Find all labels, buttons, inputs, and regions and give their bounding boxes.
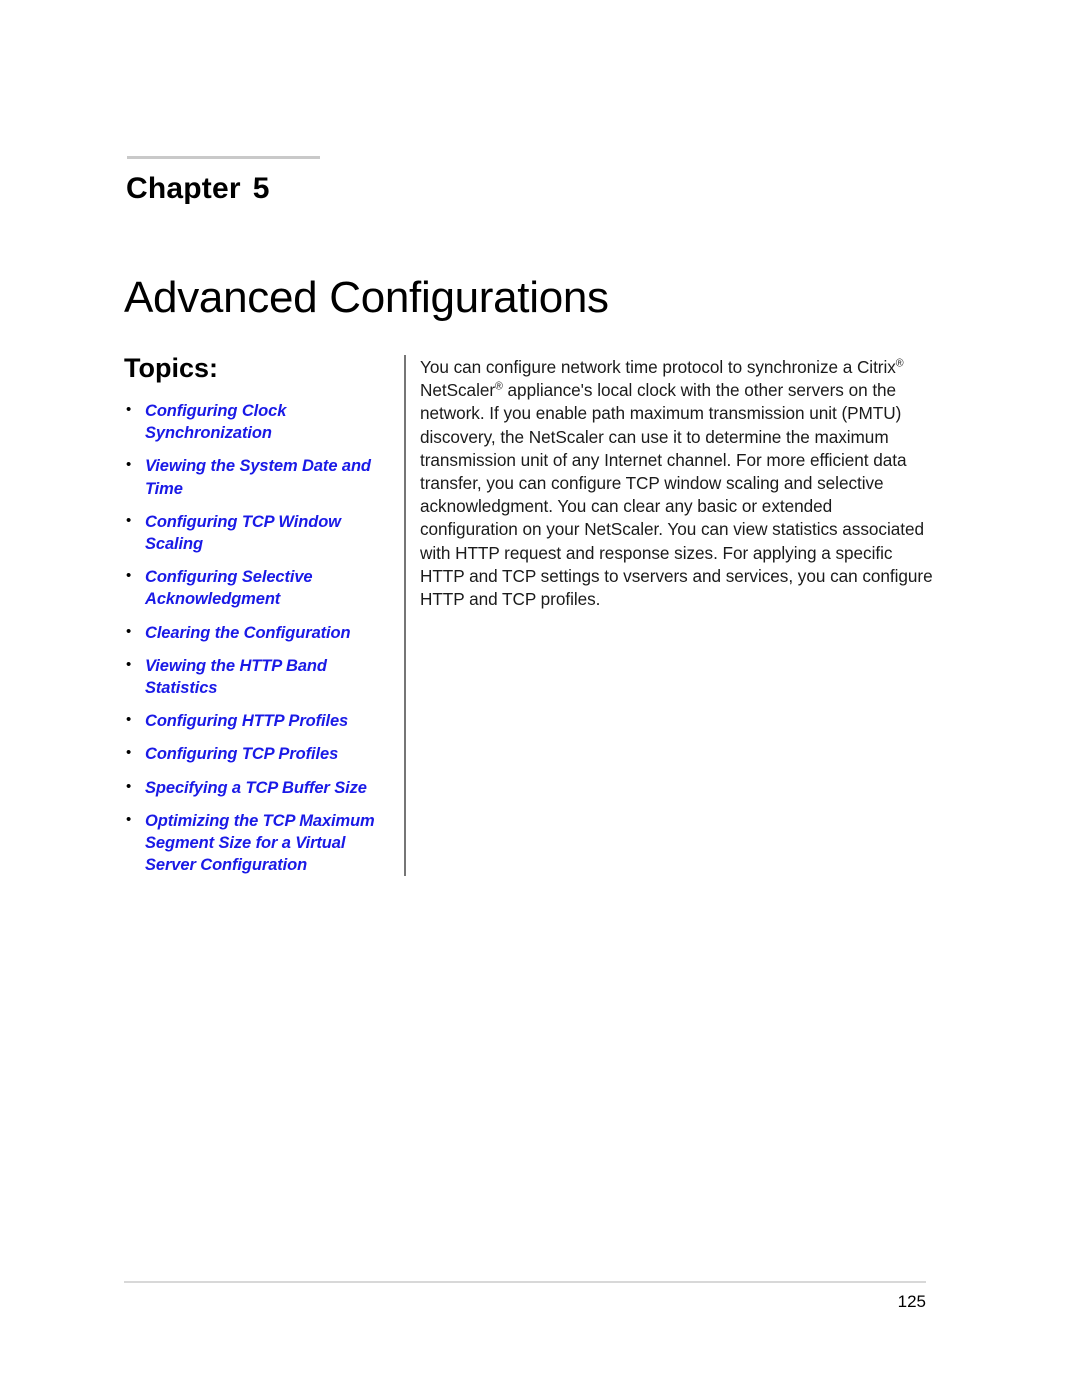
topics-heading: Topics: bbox=[124, 353, 218, 383]
intro-panel: You can configure network time protocol … bbox=[420, 356, 934, 611]
topic-link-configuring-http-profiles[interactable]: Configuring HTTP Profiles bbox=[124, 709, 396, 732]
topics-list: Configuring Clock Synchronization Viewin… bbox=[124, 399, 396, 877]
chapter-number: 5 bbox=[252, 172, 270, 205]
document-page: Chapter 5 Advanced Configurations Topics:… bbox=[0, 0, 1080, 1397]
topic-link-configuring-selective-acknowledgment[interactable]: Configuring Selective Acknowledgment bbox=[124, 565, 396, 610]
topics-panel: Topics: Configuring Clock Synchronizatio… bbox=[124, 352, 396, 887]
topic-link-optimizing-the-tcp-maximum-segment-size[interactable]: Optimizing the TCP Maximum Segment Size … bbox=[124, 809, 396, 877]
page-title: Advanced Configurations bbox=[124, 273, 609, 323]
intro-text-part1: You can configure network time protocol … bbox=[420, 357, 896, 377]
chapter-label: Chapter 5 bbox=[126, 170, 270, 208]
topic-link-configuring-clock-synchronization[interactable]: Configuring Clock Synchronization bbox=[124, 399, 396, 444]
topic-link-configuring-tcp-window-scaling[interactable]: Configuring TCP Window Scaling bbox=[124, 510, 396, 555]
intro-text-part2: NetScaler bbox=[420, 380, 496, 401]
column-divider bbox=[404, 355, 406, 876]
topic-link-specifying-a-tcp-buffer-size[interactable]: Specifying a TCP Buffer Size bbox=[124, 776, 396, 799]
topic-link-viewing-the-http-band-statistics[interactable]: Viewing the HTTP Band Statistics bbox=[124, 654, 396, 699]
registered-trademark-icon-netscaler: ® bbox=[495, 380, 503, 393]
registered-trademark-icon-citrix: ® bbox=[895, 357, 904, 370]
chapter-top-rule bbox=[127, 156, 320, 159]
topic-link-configuring-tcp-profiles[interactable]: Configuring TCP Profiles bbox=[124, 742, 396, 765]
topic-link-viewing-the-system-date-and-time[interactable]: Viewing the System Date and Time bbox=[124, 454, 396, 499]
chapter-label-word: Chapter bbox=[126, 172, 241, 205]
intro-text-part3: appliance's local clock with the other s… bbox=[420, 380, 933, 610]
intro-paragraph: You can configure network time protocol … bbox=[420, 356, 934, 611]
page-number: 125 bbox=[897, 1292, 926, 1311]
footer-rule bbox=[124, 1281, 926, 1283]
topic-link-clearing-the-configuration[interactable]: Clearing the Configuration bbox=[124, 621, 396, 644]
